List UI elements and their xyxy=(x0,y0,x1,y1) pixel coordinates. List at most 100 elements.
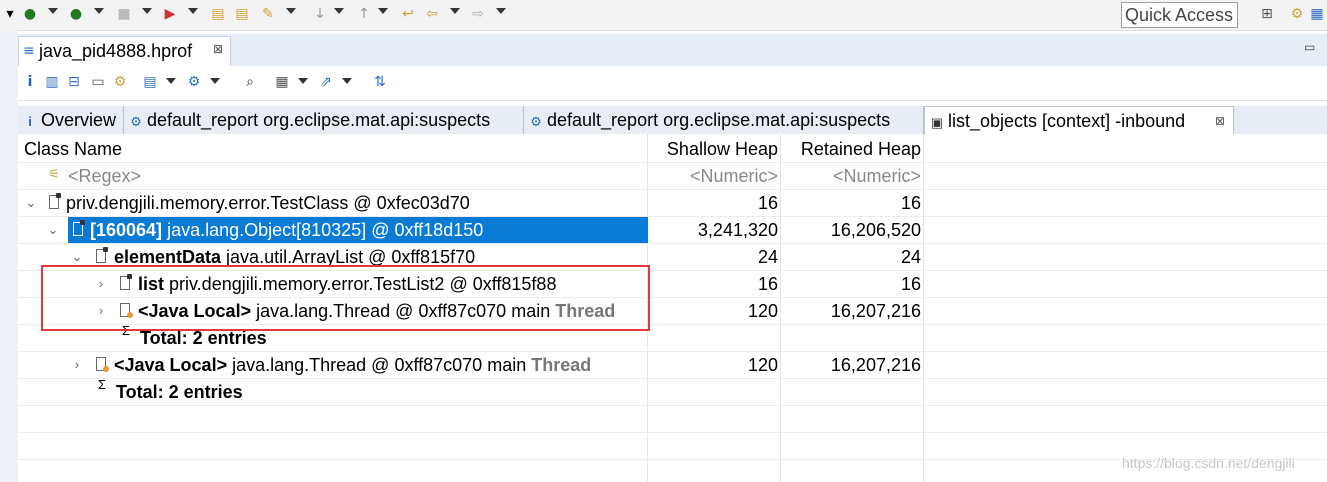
last-edit-icon[interactable]: ↩ xyxy=(400,6,416,22)
dropdown-arrow-icon[interactable] xyxy=(166,78,176,84)
table-row[interactable]: ⌄ priv.dengjili.memory.error.TestClass @… xyxy=(18,190,1327,217)
object-icon xyxy=(96,247,108,263)
open-icon[interactable]: ● xyxy=(68,6,84,22)
search-icon[interactable]: ⌕ xyxy=(242,74,258,90)
query-browser-icon[interactable]: ⚙ xyxy=(186,74,202,90)
dropdown-arrow-icon[interactable] xyxy=(286,8,296,14)
retained-heap-value: 16 xyxy=(900,274,921,294)
shallow-heap-value: 24 xyxy=(757,247,778,267)
tab-overview[interactable]: i Overview xyxy=(18,106,124,134)
compare-icon[interactable]: ⇅ xyxy=(372,74,388,90)
watermark: https://blog.csdn.net/dengjili xyxy=(1122,455,1295,471)
folder-icon[interactable]: ▤ xyxy=(210,6,226,22)
calculator-icon[interactable]: ▦ xyxy=(274,74,290,90)
editor-tab-heapdump[interactable]: ≡ java_pid4888.hprof ⊠ xyxy=(18,36,231,66)
result-tab-bar: i Overview ⚙ default_report org.eclipse.ma… xyxy=(18,106,1327,135)
table-row[interactable]: › <Java Local> java.lang.Thread @ 0xff87… xyxy=(18,352,1327,379)
shallow-heap-value: 120 xyxy=(747,355,778,375)
thread-overview-icon[interactable]: ⚙ xyxy=(112,74,128,90)
dropdown-arrow-icon[interactable] xyxy=(342,78,352,84)
table-row-total: Σ Total: 2 entries xyxy=(18,377,1327,406)
column-header-retained-heap[interactable]: Retained Heap xyxy=(781,136,921,162)
forward-icon[interactable]: ⇨ xyxy=(470,6,486,22)
export-icon[interactable]: ⇗ xyxy=(318,74,334,90)
list-objects-icon: ▣ xyxy=(930,115,944,130)
expand-chevron-icon[interactable]: ⌄ xyxy=(46,217,60,243)
main-toolbar: ▾ ● ● ■ ▶ ▤ ▤ ✎ ↓ ↑ ↩ ⇦ ⇨ Quick Access ⊞… xyxy=(0,0,1327,31)
dropdown-arrow-icon[interactable] xyxy=(450,8,460,14)
next-annotation-icon[interactable]: ↓ xyxy=(312,6,328,22)
editor-tab-label: java_pid4888.hprof xyxy=(39,41,193,61)
dominator-tree-icon[interactable]: ⊟ xyxy=(66,74,82,90)
mat-perspective-icon[interactable]: ▦ xyxy=(1309,6,1325,22)
filter-row: ⚟ <Regex> <Numeric> <Numeric> xyxy=(18,163,1327,190)
menu-arrow-icon[interactable]: ▾ xyxy=(2,6,18,22)
open-perspective-icon[interactable]: ⊞ xyxy=(1259,6,1275,22)
report-icon: ⚙ xyxy=(130,114,142,129)
object-icon xyxy=(49,193,61,209)
highlight-annotation-box xyxy=(41,265,650,331)
new-icon[interactable]: ● xyxy=(22,6,38,22)
tab-label: Overview xyxy=(41,110,117,130)
dropdown-arrow-icon[interactable] xyxy=(378,8,388,14)
column-header-shallow-heap[interactable]: Shallow Heap xyxy=(648,136,778,162)
histogram-icon[interactable]: ▥ xyxy=(44,74,60,90)
array-icon xyxy=(73,220,85,236)
expand-chevron-icon[interactable]: ⌄ xyxy=(24,190,38,216)
shallow-heap-value: 16 xyxy=(757,274,778,294)
overview-icon[interactable]: i xyxy=(22,74,38,90)
retained-heap-value: 24 xyxy=(900,247,921,267)
report-icon: ⚙ xyxy=(530,114,542,129)
maximize-icon[interactable]: ▭ xyxy=(1304,40,1315,54)
dropdown-arrow-icon[interactable] xyxy=(142,8,152,14)
dropdown-arrow-icon[interactable] xyxy=(334,8,344,14)
total-entries: Total: 2 entries xyxy=(116,382,243,402)
shallow-heap-value: 3,241,320 xyxy=(697,220,778,240)
tab-label: default_report org.eclipse.mat.api:suspe… xyxy=(147,110,491,130)
tab-default-report-1[interactable]: ⚙ default_report org.eclipse.mat.api:susp… xyxy=(124,106,524,134)
shallow-heap-value: 120 xyxy=(747,301,778,321)
close-icon[interactable]: ⊠ xyxy=(1215,107,1225,134)
dropdown-arrow-icon[interactable] xyxy=(210,78,220,84)
close-icon[interactable]: ⊠ xyxy=(213,42,223,56)
perspective-icon[interactable]: ⚙ xyxy=(1289,6,1305,22)
row-prefix: <Java Local> xyxy=(114,355,228,375)
dropdown-arrow-icon[interactable] xyxy=(496,8,506,14)
retained-filter-input[interactable]: <Numeric> xyxy=(781,163,921,189)
column-header-class-name[interactable]: Class Name xyxy=(24,136,653,162)
prev-annotation-icon[interactable]: ↑ xyxy=(356,6,372,22)
filter-icon: ⚟ xyxy=(48,166,60,181)
row-label: [160064] java.lang.Object[810325] @ 0xff… xyxy=(90,217,483,243)
run-icon[interactable]: ▶ xyxy=(162,6,178,22)
row-name: java.lang.Thread @ 0xff87c070 main xyxy=(227,355,532,375)
shallow-filter-input[interactable]: <Numeric> xyxy=(648,163,778,189)
retained-heap-value: 16,206,520 xyxy=(830,220,921,240)
table-row-selected[interactable]: ⌄ [160064] java.lang.Object[810325] @ 0x… xyxy=(18,217,1327,244)
retained-heap-value: 16,207,216 xyxy=(830,301,921,321)
run-report-icon[interactable]: ▤ xyxy=(142,74,158,90)
dropdown-arrow-icon[interactable] xyxy=(298,78,308,84)
empty-row xyxy=(18,406,1327,433)
regex-filter-input[interactable]: <Regex> xyxy=(68,163,141,189)
oql-icon[interactable]: ▭ xyxy=(90,74,106,90)
retained-heap-value: 16 xyxy=(900,193,921,213)
thread-icon xyxy=(96,357,109,372)
tab-label: list_objects [context] -inbound xyxy=(948,111,1186,131)
row-label: priv.dengjili.memory.error.TestClass @ 0… xyxy=(66,190,470,216)
collapsed-chevron-icon[interactable]: › xyxy=(70,352,84,378)
row-name: java.lang.Object[810325] @ 0xff18d150 xyxy=(162,220,484,240)
retained-heap-value: 16,207,216 xyxy=(830,355,921,375)
quick-access-field[interactable]: Quick Access xyxy=(1121,2,1238,28)
shallow-heap-value: 16 xyxy=(757,193,778,213)
dropdown-arrow-icon[interactable] xyxy=(48,8,58,14)
editor-toolbar: i ▥ ⊟ ▭ ⚙ ▤ ⚙ ⌕ ▦ ⇗ ⇅ xyxy=(18,66,1327,101)
pencil-icon[interactable]: ✎ xyxy=(260,6,276,22)
dropdown-arrow-icon[interactable] xyxy=(188,8,198,14)
sigma-icon: Σ xyxy=(98,377,107,392)
back-icon[interactable]: ⇦ xyxy=(424,6,440,22)
stop-icon[interactable]: ■ xyxy=(116,6,132,22)
tab-list-objects[interactable]: ▣ list_objects [context] -inbound ⊠ xyxy=(924,106,1234,134)
dropdown-arrow-icon[interactable] xyxy=(94,8,104,14)
open-folder-icon[interactable]: ▤ xyxy=(234,6,250,22)
tab-default-report-2[interactable]: ⚙ default_report org.eclipse.mat.api:susp… xyxy=(524,106,924,134)
